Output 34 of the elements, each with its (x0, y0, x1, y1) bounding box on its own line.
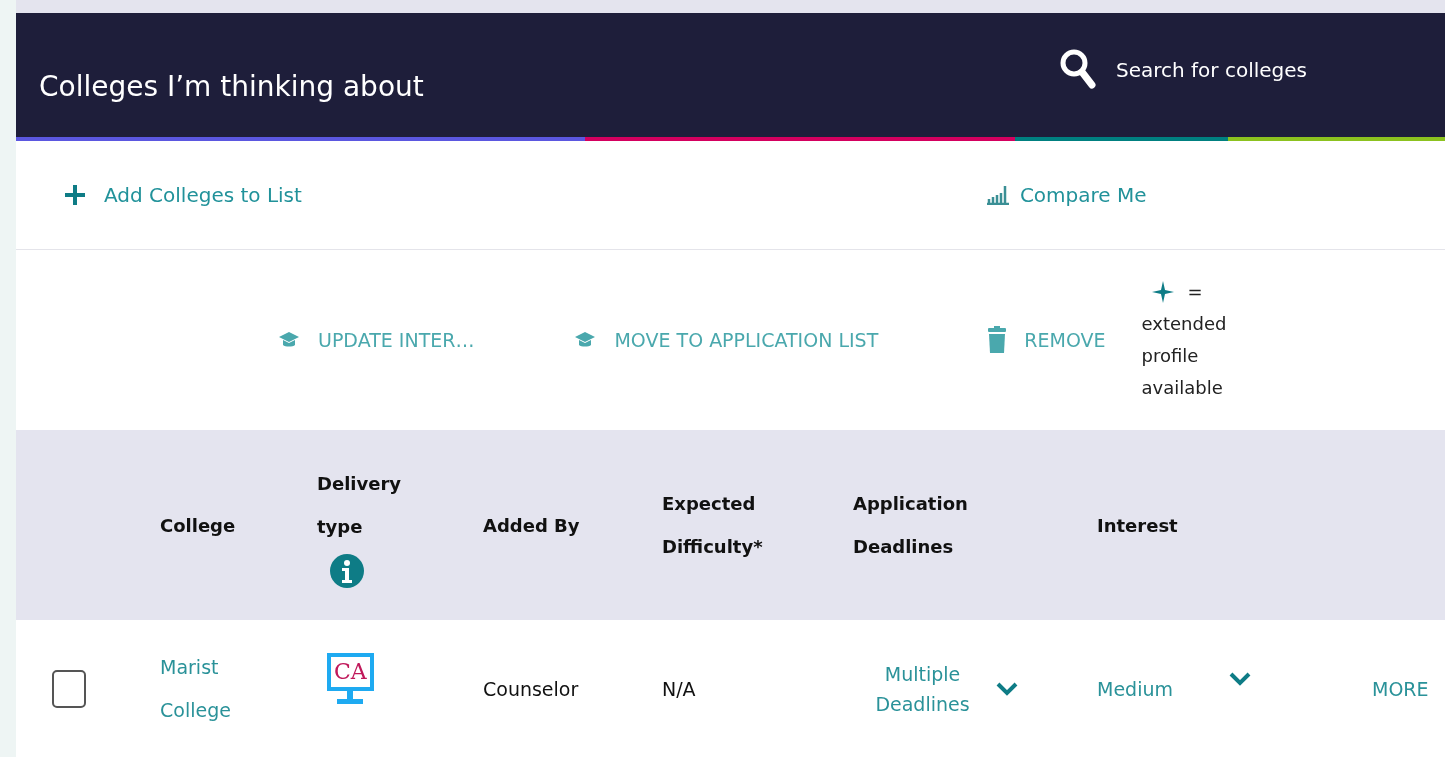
monitor-stand-icon (337, 691, 364, 704)
column-header: Expected Difficulty* (662, 492, 763, 559)
column-header: Added By (483, 513, 580, 538)
table-cell: Counselor (483, 677, 579, 700)
graduation-cap-icon (278, 331, 300, 349)
deadlines-link[interactable]: Multiple Deadlines (865, 658, 980, 719)
column-header: Interest (1097, 513, 1178, 538)
row-checkbox[interactable] (52, 669, 86, 708)
interest-dropdown[interactable]: Medium (1097, 677, 1173, 700)
college-link[interactable]: Marist College (160, 645, 250, 732)
add-colleges-link[interactable]: Add Colleges to List (64, 183, 302, 207)
trash-icon (988, 326, 1007, 354)
action-link[interactable]: REMOVE (988, 326, 1106, 354)
more-link[interactable]: MORE (1372, 677, 1429, 700)
action-link[interactable]: UPDATE INTER… (278, 329, 475, 351)
plus-icon (64, 184, 86, 206)
compare-link[interactable]: Compare Me (985, 183, 1147, 207)
legend-text: extended profile available (1141, 312, 1228, 400)
bar-chart-icon (985, 185, 1010, 205)
action-link[interactable]: MOVE TO APPLICATION LIST (574, 329, 879, 351)
info-icon[interactable] (330, 554, 364, 588)
legend-symbol: = (1187, 280, 1203, 304)
chevron-down-icon[interactable] (1229, 671, 1251, 686)
column-header: Delivery type (317, 472, 402, 539)
search-button[interactable]: Search for colleges (1060, 49, 1445, 91)
sparkle-icon (1151, 281, 1174, 303)
graduation-cap-icon (574, 331, 597, 349)
search-icon (1060, 49, 1098, 91)
delivery-type-label: CA (327, 653, 374, 691)
table-cell: N/A (662, 677, 696, 700)
page-title: Colleges I’m thinking about (39, 69, 424, 103)
column-header: College (160, 513, 236, 538)
chevron-down-icon[interactable] (996, 681, 1018, 696)
column-header: Application Deadlines (853, 492, 968, 559)
